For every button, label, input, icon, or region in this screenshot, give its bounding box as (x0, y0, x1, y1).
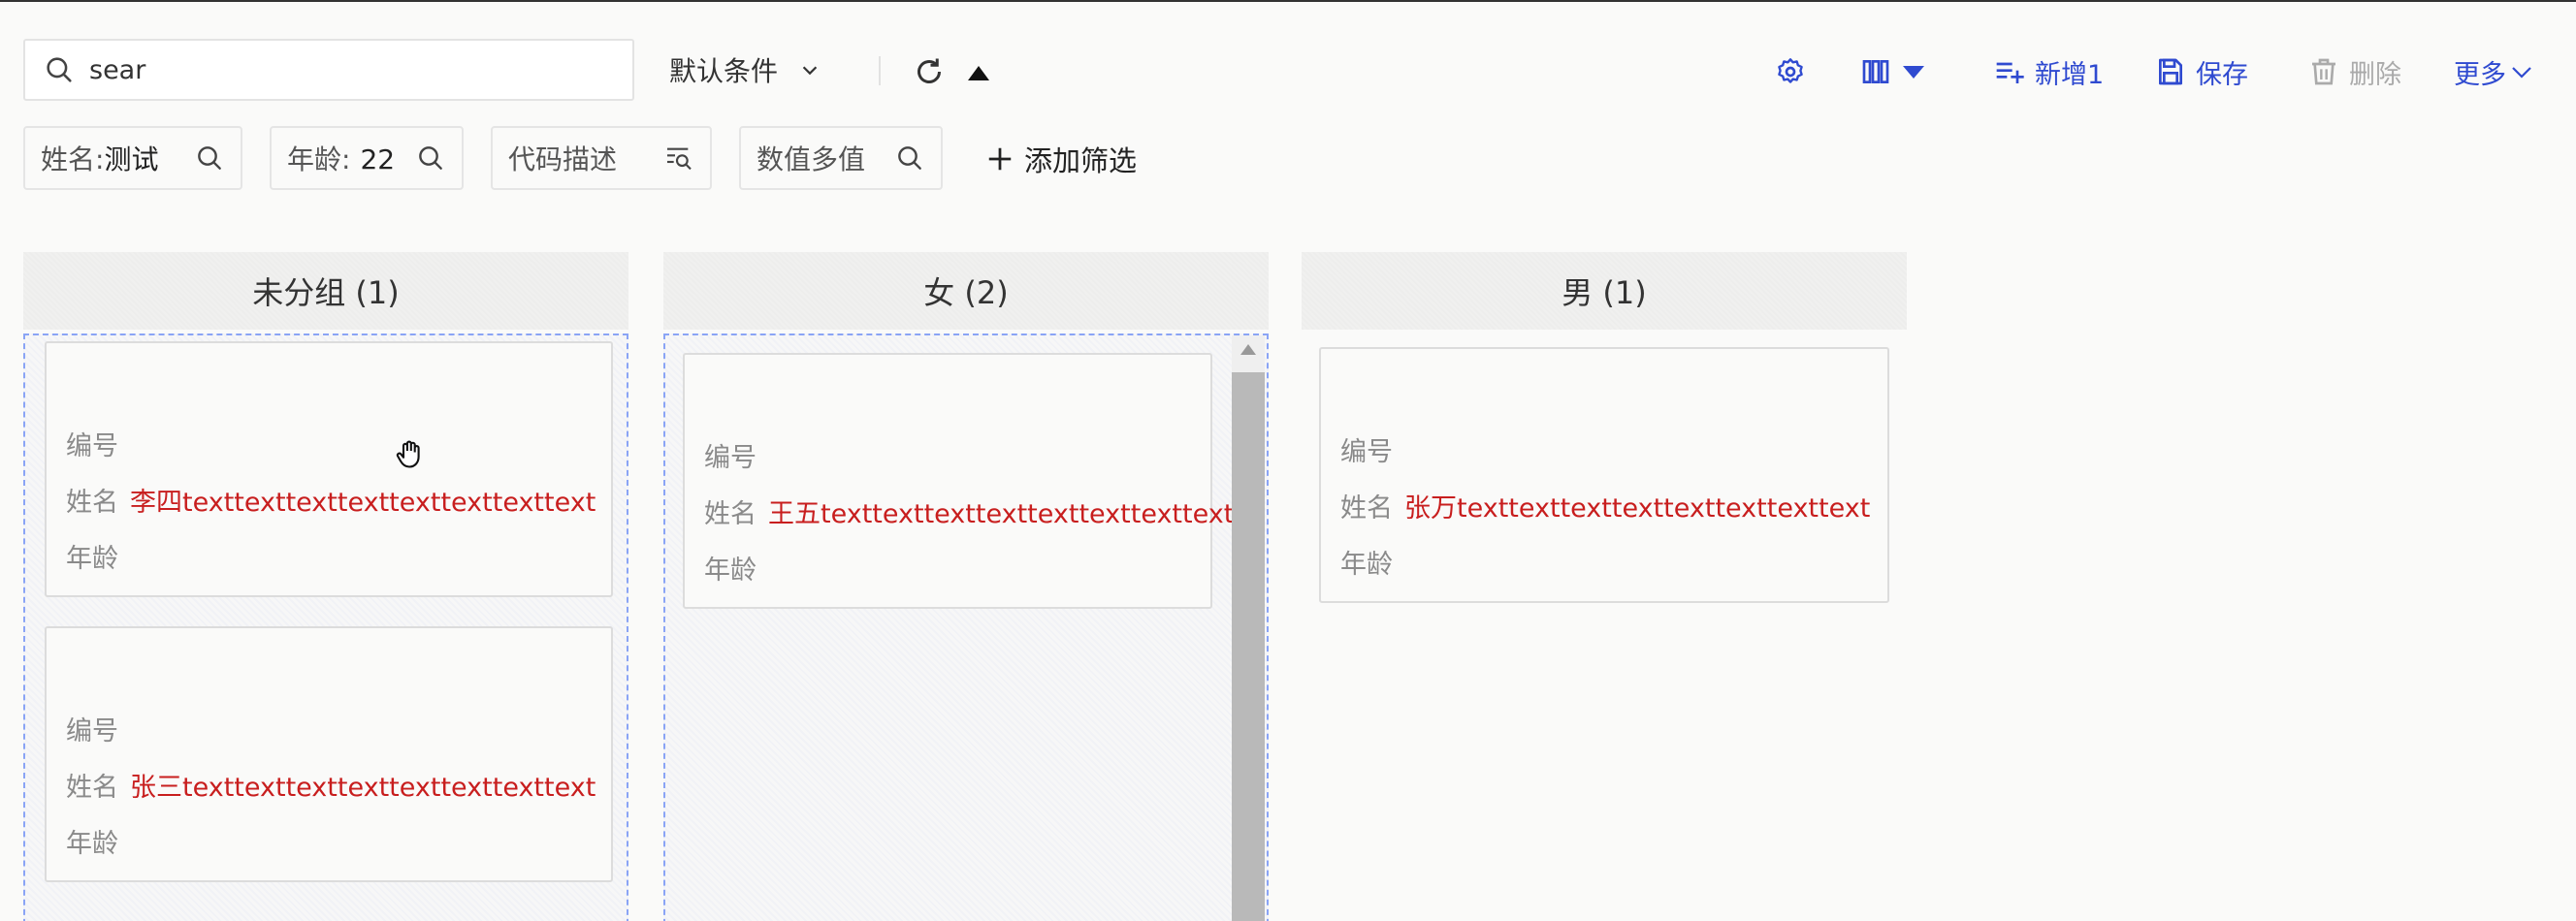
add-filter-button[interactable]: 添加筛选 (985, 140, 1137, 178)
add-filter-label: 添加筛选 (1024, 144, 1138, 177)
filter-code-desc[interactable]: 代码描述 (491, 126, 712, 190)
column-body-female: 编号 姓名 王五texttexttexttexttexttexttexttext.… (663, 333, 1269, 921)
collapse-up-icon[interactable] (966, 64, 991, 83)
field-name: 姓名 李四texttexttexttexttexttexttexttext (66, 488, 596, 518)
filter-number-multi-label: 数值多值 (757, 143, 866, 175)
scrollbar-thumb[interactable] (1232, 372, 1265, 921)
field-age: 年龄 (1340, 550, 1393, 580)
add-row-icon (1996, 62, 2024, 83)
field-age: 年龄 (704, 556, 757, 586)
condition-select[interactable]: 默认条件 (669, 48, 821, 91)
column-body-ungrouped: 编号 姓名 李四texttexttexttexttexttexttexttext … (23, 333, 628, 921)
more-button-label: 更多 (2454, 59, 2506, 90)
filter-name-text: 姓名:测试 (41, 143, 159, 175)
filter-age[interactable]: 年龄: 22 (270, 126, 464, 190)
field-age: 年龄 (66, 829, 118, 859)
kanban-view-icon (1862, 60, 1889, 83)
more-button[interactable]: 更多 (2454, 48, 2535, 95)
field-name: 姓名 张万texttexttexttexttexttexttexttext (1340, 493, 1871, 524)
field-name: 姓名 张三texttexttexttexttexttexttexttext (66, 773, 596, 803)
refresh-icon[interactable] (912, 54, 947, 89)
search-input[interactable]: sear (23, 39, 634, 101)
trash-icon (2312, 58, 2335, 85)
filter-code-desc-label: 代码描述 (508, 143, 618, 175)
list-search-icon (667, 147, 692, 171)
kanban-card[interactable]: 编号 姓名 张三texttexttexttexttexttexttexttext … (45, 626, 613, 882)
column-title: 女 (2) (923, 274, 1009, 311)
add-button-label: 新增1 (2035, 59, 2105, 90)
column-header-female: 女 (2) (663, 252, 1269, 330)
caret-down-icon (1903, 66, 1924, 79)
column-header-male: 男 (1) (1302, 252, 1907, 330)
column-title: 男 (1) (1562, 274, 1647, 311)
settings-button[interactable] (1775, 48, 1816, 95)
filter-name[interactable]: 姓名:测试 (23, 126, 242, 190)
search-icon (419, 146, 442, 170)
column-title: 未分组 (1) (252, 274, 400, 311)
gear-icon (1778, 58, 1803, 83)
delete-button-label: 删除 (2349, 59, 2401, 90)
condition-label: 默认条件 (669, 55, 779, 87)
kanban-card[interactable]: 编号 姓名 李四texttexttexttexttexttexttexttext … (45, 341, 613, 597)
save-button-label: 保存 (2196, 59, 2248, 90)
field-code: 编号 (66, 716, 118, 746)
add-button[interactable]: 新增1 (1994, 48, 2104, 95)
filter-number-multi[interactable]: 数值多值 (739, 126, 943, 190)
kanban-card[interactable]: 编号 姓名 张万texttexttexttexttexttexttexttext … (1319, 347, 1889, 603)
column-header-ungrouped: 未分组 (1) (23, 252, 628, 330)
plus-icon (988, 147, 1012, 171)
save-icon (2159, 58, 2182, 85)
field-code: 编号 (1340, 437, 1393, 467)
grab-cursor-icon (396, 440, 420, 468)
field-name: 姓名 王五texttexttexttexttexttexttexttext... (704, 499, 1260, 529)
field-age: 年龄 (66, 544, 118, 574)
search-icon (898, 146, 921, 170)
kanban-card[interactable]: 编号 姓名 王五texttexttexttexttexttexttexttext.… (683, 353, 1259, 609)
view-switch-button[interactable] (1860, 48, 1926, 95)
field-code: 编号 (66, 431, 118, 461)
scroll-up-arrow-icon[interactable] (1240, 343, 1257, 357)
save-button[interactable]: 保存 (2155, 48, 2248, 95)
chevron-down-icon (2512, 67, 2531, 79)
delete-button[interactable]: 删除 (2308, 48, 2401, 95)
chevron-down-icon (802, 66, 818, 76)
toolbar-divider (879, 56, 881, 85)
filter-age-text: 年龄: 22 (287, 143, 396, 175)
search-icon (47, 57, 72, 82)
search-icon (198, 146, 221, 170)
search-value: sear (89, 54, 146, 85)
field-code: 编号 (704, 443, 757, 473)
